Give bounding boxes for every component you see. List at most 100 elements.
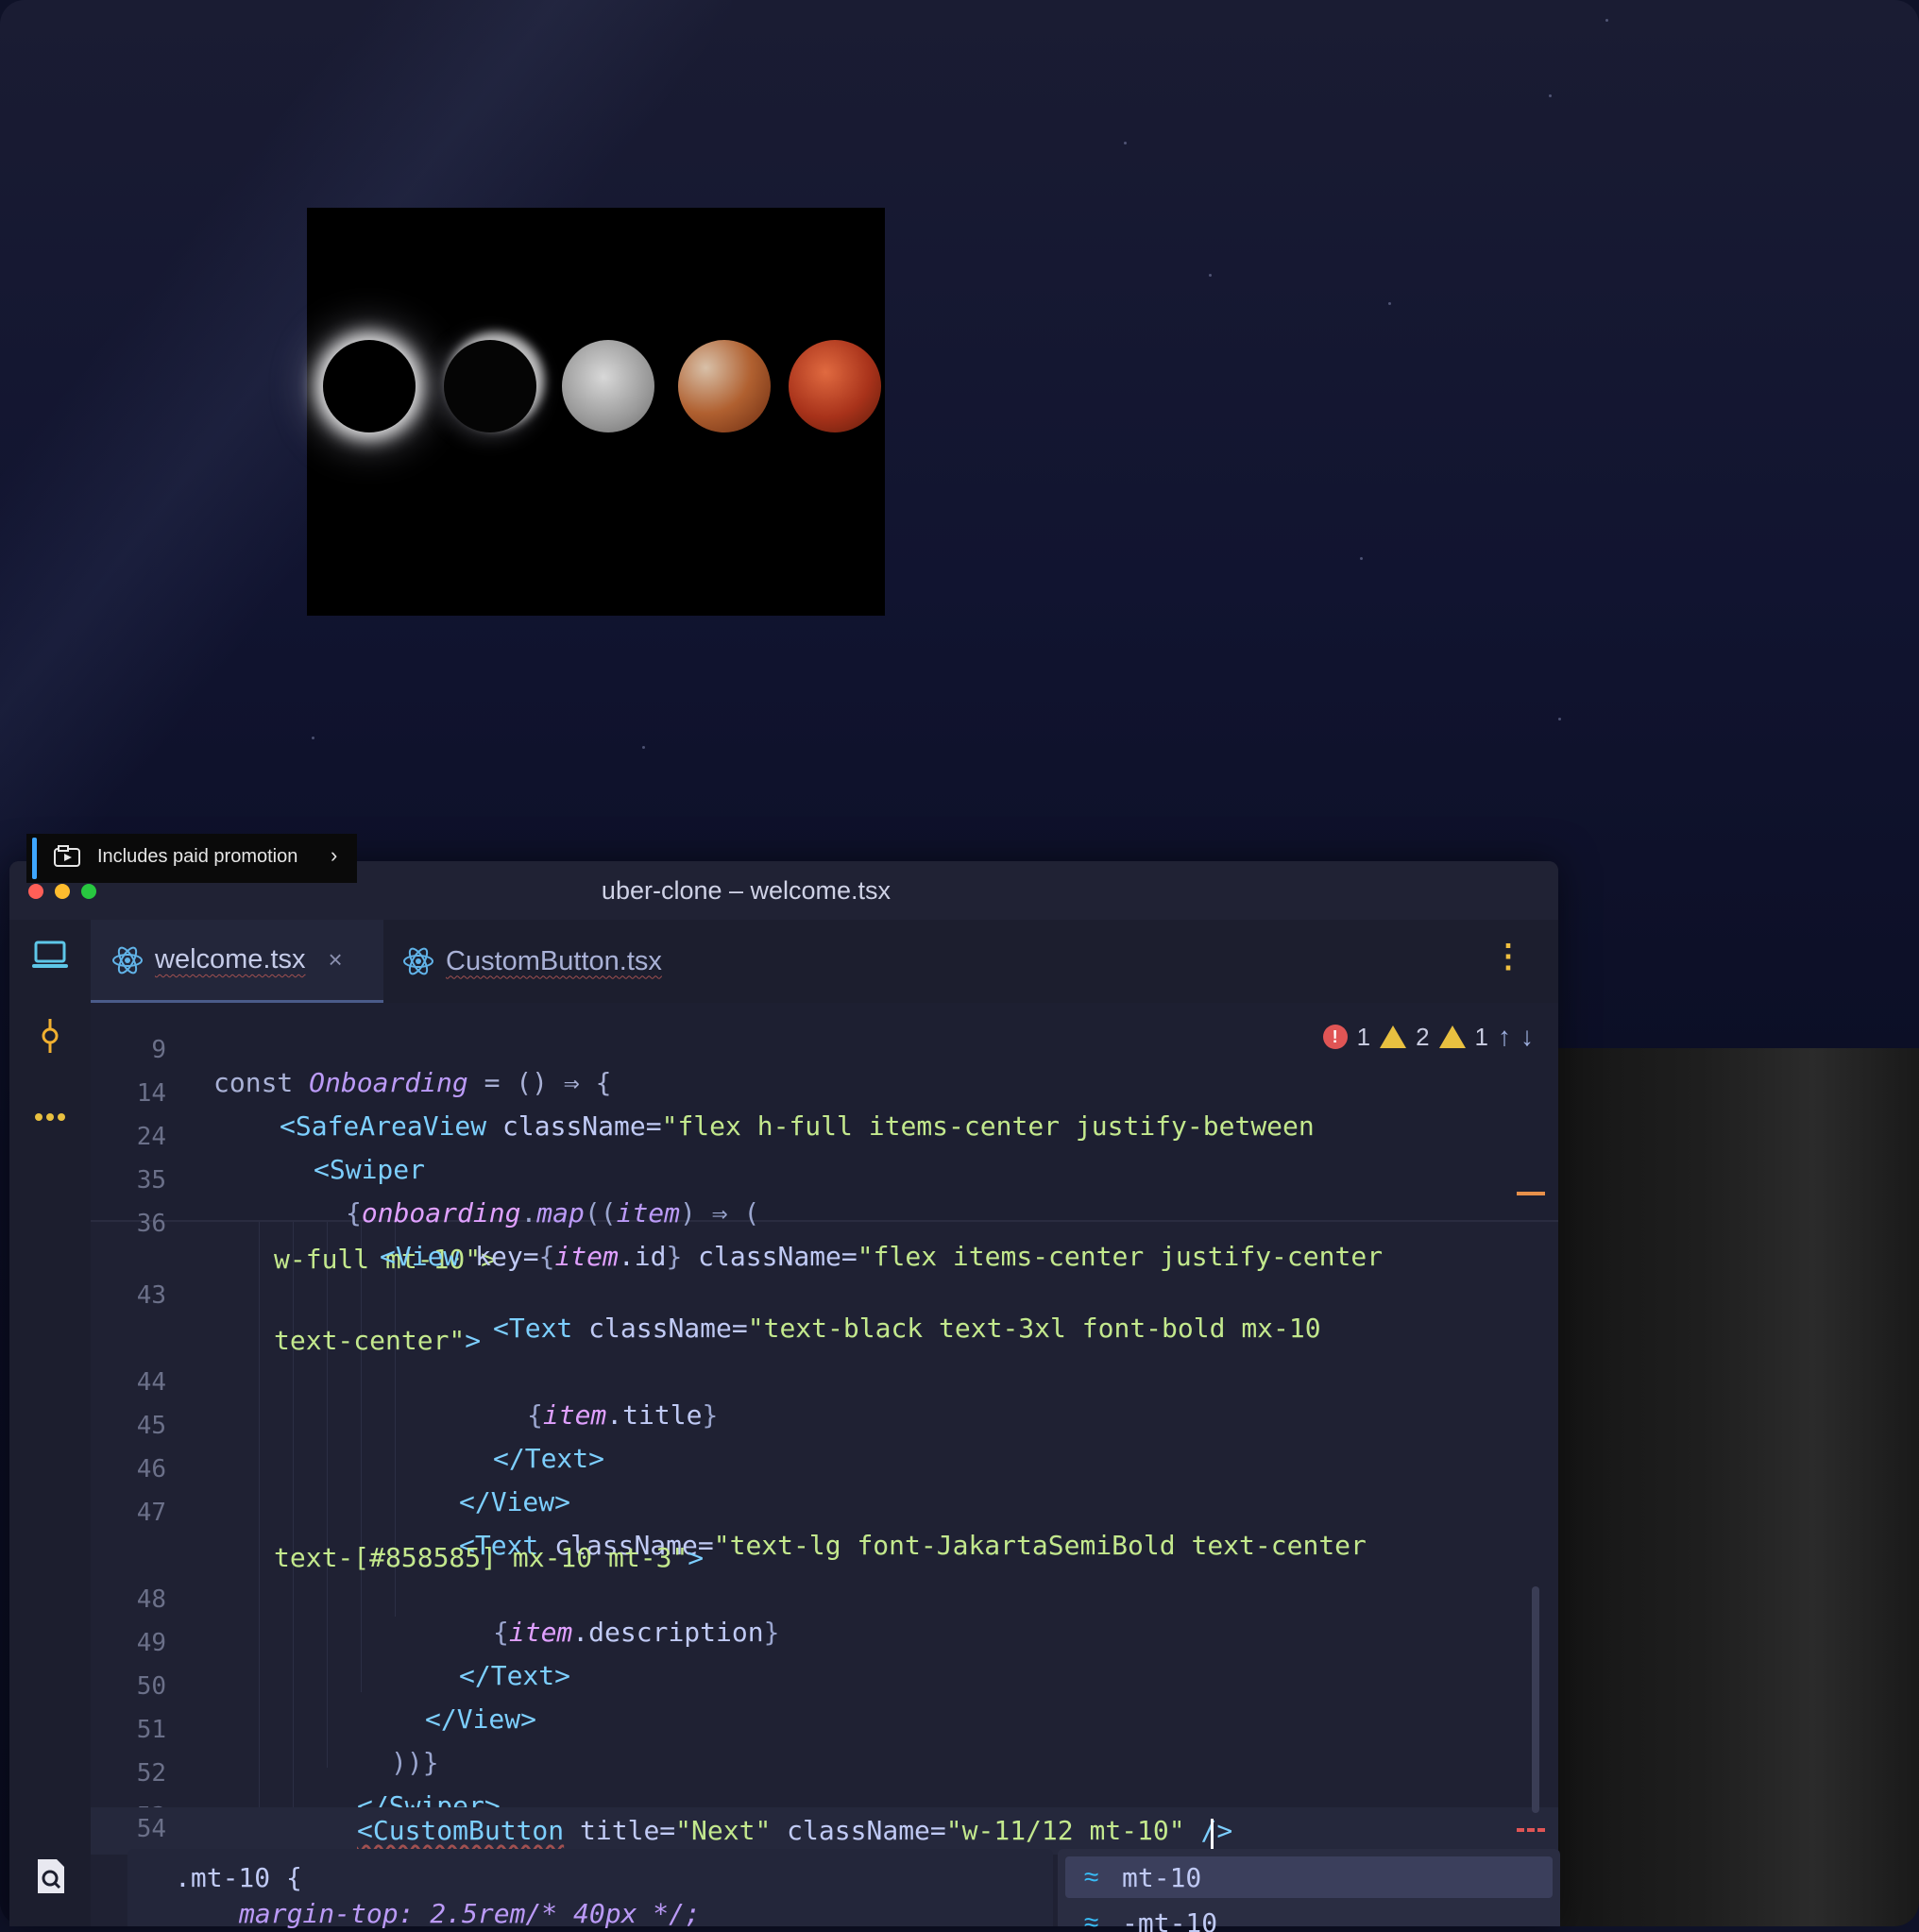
code-token: { bbox=[493, 1617, 509, 1648]
sticky-line[interactable]: 24 <Swiper bbox=[91, 1092, 425, 1185]
problems-indicator[interactable]: ! 1 2 1 ↑ ↓ bbox=[1322, 1022, 1534, 1052]
completion-label: -mt-10 bbox=[1122, 1907, 1218, 1932]
star bbox=[642, 746, 645, 749]
code-token: ) ⇒ ( bbox=[680, 1197, 760, 1229]
sticky-line[interactable]: 36 <View key={item.id} className="flex i… bbox=[91, 1178, 1383, 1272]
line-number: 36 bbox=[136, 1210, 166, 1238]
code-token: .description bbox=[572, 1617, 764, 1648]
string: "text-lg font-JakartaSemiBold text-cente… bbox=[713, 1530, 1367, 1561]
css-selector: .mt-10 { bbox=[175, 1862, 302, 1893]
code-line[interactable]: 52 </Swiper> bbox=[91, 1728, 501, 1822]
jsx-attr: className= bbox=[572, 1313, 748, 1344]
tab-close-button[interactable]: × bbox=[329, 945, 343, 974]
code-line[interactable]: 47 <Text className="text-lg font-Jakarta… bbox=[91, 1467, 1367, 1561]
moon-phase-5 bbox=[789, 340, 881, 432]
editor-scrollbar[interactable] bbox=[1532, 1586, 1539, 1813]
star bbox=[1605, 19, 1608, 22]
identifier: onboarding bbox=[361, 1197, 521, 1229]
documentation-popup: .mt-10 { margin-top: 2.5rem/* 40px */; bbox=[127, 1849, 1053, 1929]
jsx-tag: </Text> bbox=[459, 1660, 571, 1691]
ide-window: uber-clone – welcome.tsx welcome.tsx × C… bbox=[9, 861, 1558, 1926]
code-line-wrapped[interactable]: text-center"> bbox=[91, 1294, 481, 1356]
project-view-icon[interactable] bbox=[28, 933, 72, 976]
code-token: { bbox=[527, 1399, 543, 1431]
star bbox=[1124, 142, 1127, 144]
star bbox=[1549, 94, 1552, 97]
code-token: } bbox=[763, 1617, 780, 1648]
code-token: .id bbox=[618, 1241, 667, 1272]
string: "Next" bbox=[675, 1815, 772, 1846]
code-token: { bbox=[538, 1241, 555, 1272]
css-property: margin-top: 2.5rem/* 40px */; bbox=[239, 1898, 701, 1929]
code-line[interactable]: 50 </View> bbox=[91, 1641, 536, 1735]
completion-item[interactable]: ≈ -mt-10 bbox=[1065, 1904, 1553, 1932]
code-line[interactable]: 43 <Text className="text-black text-3xl … bbox=[91, 1250, 1321, 1344]
previous-problem-icon[interactable]: ↑ bbox=[1498, 1022, 1511, 1052]
warning-icon bbox=[1380, 1025, 1407, 1048]
identifier: item bbox=[554, 1241, 619, 1272]
jsx-tag: /> bbox=[1184, 1815, 1233, 1846]
warning-count: 2 bbox=[1416, 1022, 1430, 1051]
code-line[interactable]: 44 {item.title} bbox=[91, 1337, 719, 1431]
tab-options-menu-icon[interactable]: ⋮ bbox=[1492, 941, 1524, 973]
moon-phase-2 bbox=[444, 340, 536, 432]
indent-guide bbox=[327, 1220, 328, 1768]
code-line[interactable]: 48 {item.description} bbox=[91, 1554, 780, 1648]
moon-phase-1 bbox=[323, 340, 416, 432]
code-line[interactable]: 51 ))} bbox=[91, 1685, 439, 1778]
more-tools-icon[interactable] bbox=[28, 1095, 72, 1139]
next-problem-icon[interactable]: ↓ bbox=[1520, 1022, 1534, 1052]
code-line[interactable]: 49 </Text> bbox=[91, 1598, 570, 1691]
moon-phase-4 bbox=[678, 340, 771, 432]
line-number: 54 bbox=[136, 1815, 166, 1843]
weak-warning-icon bbox=[1438, 1025, 1466, 1048]
code-line-wrapped[interactable]: text-[#858585] mx-10 mt-3"> bbox=[91, 1511, 704, 1573]
star bbox=[1360, 557, 1363, 560]
jsx-tag: </Text> bbox=[493, 1443, 605, 1474]
tab-custombutton-tsx[interactable]: CustomButton.tsx bbox=[402, 920, 705, 1003]
code-line[interactable]: 46 </View> bbox=[91, 1424, 570, 1517]
star bbox=[312, 737, 314, 739]
tab-welcome-tsx[interactable]: welcome.tsx × bbox=[91, 920, 383, 1003]
error-marker bbox=[1517, 1828, 1545, 1836]
sticky-scroll-header: 9 const Onboarding = () ⇒ { 14 <SafeArea… bbox=[91, 1003, 1558, 1272]
star bbox=[1388, 302, 1391, 305]
paid-promotion-banner[interactable]: Includes paid promotion › bbox=[26, 834, 357, 883]
code-line[interactable]: 45 </Text> bbox=[91, 1381, 604, 1474]
chevron-right-icon[interactable]: › bbox=[331, 843, 337, 868]
sticky-line[interactable]: 14 <SafeAreaView className="flex h-full … bbox=[91, 1048, 1315, 1142]
code-token: . bbox=[520, 1197, 537, 1229]
sticky-line[interactable]: 35 {onboarding.map((item) ⇒ ( bbox=[91, 1135, 760, 1229]
react-icon bbox=[111, 944, 144, 976]
change-marker bbox=[1517, 1192, 1545, 1195]
jsx-tag: > bbox=[688, 1542, 705, 1573]
code-token: (( bbox=[584, 1197, 617, 1229]
star bbox=[1209, 274, 1212, 277]
jsx-attr: className= bbox=[771, 1815, 946, 1846]
text-cursor bbox=[1211, 1819, 1214, 1851]
code-editor[interactable]: w-full mt-10"> 9 const Onboarding = () ⇒… bbox=[91, 1003, 1558, 1926]
completion-item-selected[interactable]: ≈ mt-10 bbox=[1065, 1856, 1553, 1898]
sticky-line[interactable]: 9 const Onboarding = () ⇒ { bbox=[91, 1005, 611, 1098]
identifier: Onboarding bbox=[309, 1067, 468, 1098]
string: text-center" bbox=[274, 1325, 466, 1356]
error-count: 1 bbox=[1356, 1022, 1371, 1051]
jsx-tag: <View bbox=[380, 1241, 460, 1272]
string: text-[#858585] mx-10 mt-3" bbox=[274, 1542, 688, 1573]
code-token: .title bbox=[606, 1399, 703, 1431]
jsx-attr: key= bbox=[459, 1241, 539, 1272]
tailwind-icon: ≈ bbox=[1084, 1862, 1099, 1891]
tab-label: CustomButton.tsx bbox=[446, 945, 662, 976]
code-token: } bbox=[666, 1241, 683, 1272]
indent-guide bbox=[361, 1220, 362, 1692]
jsx-tag: <Swiper bbox=[314, 1154, 426, 1185]
identifier: item bbox=[616, 1197, 681, 1229]
jsx-tag: <SafeAreaView bbox=[280, 1110, 487, 1142]
commit-icon[interactable] bbox=[28, 1014, 72, 1058]
jsx-attr: className= bbox=[486, 1110, 662, 1142]
code-line-current[interactable]: 54 <CustomButton title="Next" className=… bbox=[91, 1807, 1558, 1855]
jsx-tag: > bbox=[465, 1325, 482, 1356]
search-everywhere-icon[interactable] bbox=[28, 1855, 72, 1898]
promotion-label: Includes paid promotion bbox=[97, 846, 298, 867]
tab-label: welcome.tsx bbox=[155, 944, 306, 974]
